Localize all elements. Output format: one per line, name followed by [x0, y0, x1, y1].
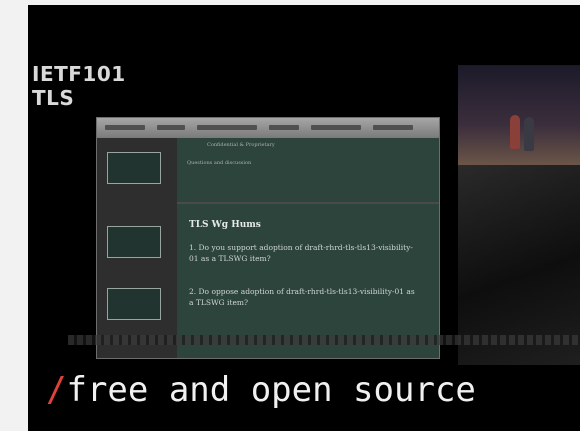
slide-thumbnail-pane [97, 138, 177, 358]
caption: /free and open source [46, 370, 476, 410]
speaker-figure [510, 115, 520, 149]
video-control-strip [68, 335, 580, 345]
caption-text: free and open source [66, 370, 476, 410]
slide-thumbnail [107, 226, 161, 258]
stream-label-event: IETF101 [32, 62, 126, 86]
slide-thumbnail [107, 152, 161, 184]
slide-thumbnail [107, 288, 161, 320]
speaker-figure [524, 117, 534, 151]
stage-view [458, 65, 580, 165]
slide-previous-line: Questions and discussion [187, 160, 252, 166]
presentation-window: Confidential & Proprietary Questions and… [96, 117, 440, 359]
caption-slash: / [46, 370, 67, 410]
presentation-toolbar [97, 118, 439, 138]
slide-title: TLS Wg Hums [189, 220, 261, 230]
stream-label-session: TLS [32, 86, 75, 110]
slide-bullet: 2. Do oppose adoption of draft-rhrd-tls-… [189, 287, 415, 307]
slide-previous-line: Confidential & Proprietary [207, 142, 275, 148]
speaker-video [458, 65, 580, 365]
video-frame: IETF101 TLS Confidential & Proprietary Q… [28, 5, 580, 431]
slide-previous: Confidential & Proprietary Questions and… [177, 138, 439, 202]
slide-bullet: 1. Do you support adoption of draft-rhrd… [189, 243, 413, 263]
